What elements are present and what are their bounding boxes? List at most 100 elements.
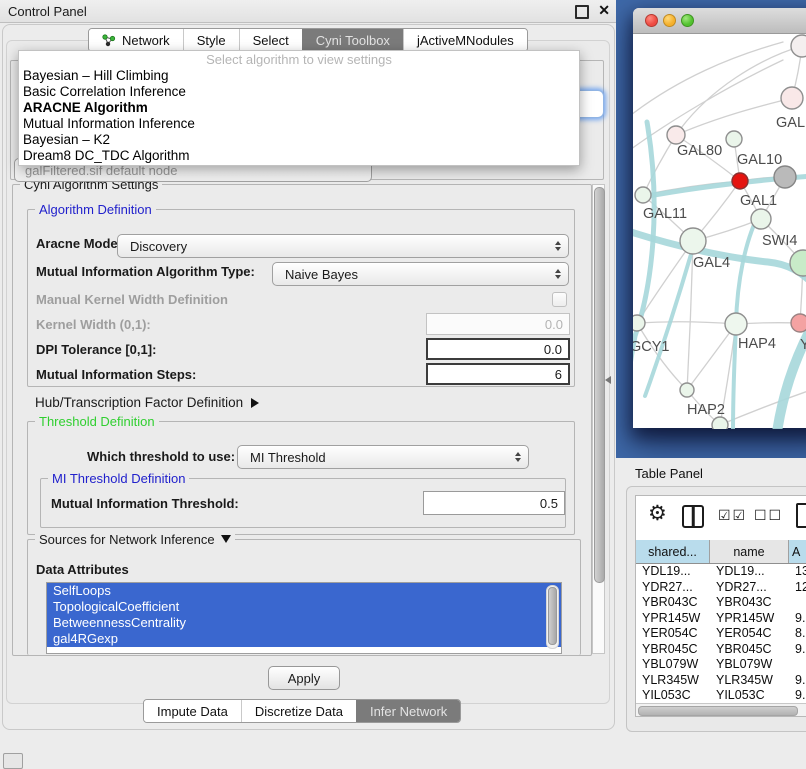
table-row[interactable]: YPR145WYPR145W9. [636,611,806,627]
subtab-impute-data[interactable]: Impute Data [144,700,241,722]
minimize-traffic-light[interactable] [663,14,676,27]
table-panel-title: Table Panel [635,466,703,481]
table-cell [789,595,806,611]
network-edge[interactable] [637,323,687,390]
document-icon[interactable] [796,503,806,528]
tab-select[interactable]: Select [239,29,302,51]
float-icon[interactable] [575,5,589,19]
aracne-mode-combo[interactable]: Discovery [117,234,569,258]
table-row[interactable]: YBL079WYBL079W [636,657,806,673]
table-row[interactable]: YBR045CYBR045C9. [636,642,806,658]
table-row[interactable]: YDL19...YDL19...13 [636,564,806,580]
algorithm-option-dream8-dc-tdc-algorithm[interactable]: Dream8 DC_TDC Algorithm [19,148,579,164]
apply-button[interactable]: Apply [268,666,340,690]
algorithm-option-basic-correlation-inference[interactable]: Basic Correlation Inference [19,84,579,100]
split-columns-icon[interactable] [682,505,704,528]
dpi-tolerance-field[interactable]: 0.0 [426,338,570,360]
algorithm-definition-group: Algorithm Definition Aracne Mode: Discov… [27,209,575,387]
close-traffic-light[interactable] [645,14,658,27]
network-node-label-gal10: GAL10 [737,152,782,168]
table-cell: YPR145W [636,611,710,627]
network-edge[interactable] [687,324,736,390]
network-canvas[interactable]: GALGAL80GAL10GAL1GAL11SWI4GAL4GCY1HAP4YH… [633,34,806,429]
table-cell: YBL079W [710,657,789,673]
network-node[interactable] [751,209,771,229]
tab-cyni-toolbox[interactable]: Cyni Toolbox [302,29,403,51]
zoom-traffic-light[interactable] [681,14,694,27]
table-row[interactable]: YIL053CYIL053C9. [636,688,806,703]
mi-threshold-field[interactable]: 0.5 [423,491,565,515]
algorithm-option-mutual-information-inference[interactable]: Mutual Information Inference [19,116,579,132]
tab-label: Style [197,33,226,48]
table-cell: YPR145W [710,611,789,627]
algorithm-definition-legend: Algorithm Definition [35,202,156,217]
select-all-icon[interactable]: ☑☑ [718,507,747,524]
subtab-label: Infer Network [370,704,447,719]
network-node[interactable] [680,228,706,254]
attribute-item-selfloops[interactable]: SelfLoops [47,583,561,599]
list-scrollbar[interactable] [546,585,559,649]
mi-steps-field[interactable]: 6 [426,363,570,385]
table-hscrollbar[interactable] [636,703,806,717]
algorithm-option-aracne-algorithm[interactable]: ARACNE Algorithm [19,100,579,116]
sources-legend[interactable]: Sources for Network Inference [35,532,235,547]
algorithm-option-bayesian-k2[interactable]: Bayesian – K2 [19,132,579,148]
table-cell: 9. [789,611,806,627]
table-cell: 9. [789,642,806,658]
settings-scrollbar[interactable] [592,184,605,654]
mi-type-combo[interactable]: Naive Bayes [272,262,569,286]
tab-network[interactable]: Network [89,29,183,51]
table-header-row: shared...nameA [636,540,806,564]
table-row[interactable]: YBR043CYBR043C [636,595,806,611]
table-row[interactable]: YER054CYER054C8. [636,626,806,642]
stepper-arrows-icon [515,452,521,462]
table-cell: YIL053C [636,688,710,703]
network-node[interactable] [712,417,728,429]
network-node[interactable] [633,315,645,331]
subtab-infer-network[interactable]: Infer Network [356,700,460,722]
column-header-a[interactable]: A [789,540,806,563]
attribute-item-betweennesscentrality[interactable]: BetweennessCentrality [47,615,561,631]
network-node-label-hap4: HAP4 [738,336,776,352]
network-node[interactable] [791,314,806,332]
network-node[interactable] [781,87,803,109]
which-threshold-combo[interactable]: MI Threshold [237,445,529,469]
network-edge[interactable] [637,322,736,324]
network-node[interactable] [791,35,806,57]
tab-style[interactable]: Style [183,29,239,51]
network-node[interactable] [774,166,796,188]
mi-steps-label: Mutual Information Steps: [36,367,196,382]
network-window-titlebar[interactable] [633,8,806,34]
partial-button-bottom-left[interactable] [3,753,23,769]
mi-type-label: Mutual Information Algorithm Type: [36,264,255,279]
manual-kernel-checkbox [552,292,567,307]
column-header-shared[interactable]: shared... [636,540,710,563]
network-edge[interactable] [676,98,792,135]
kernel-width-value: 0.0 [545,317,563,332]
network-node[interactable] [680,383,694,397]
gear-icon[interactable]: ⚙ [648,501,667,526]
table-hscrollbar-thumb[interactable] [638,706,798,716]
tab-label: jActiveMNodules [417,33,514,48]
settings-scrollbar-thumb[interactable] [594,187,605,583]
network-node[interactable] [725,313,747,335]
network-node[interactable] [726,131,742,147]
table-row[interactable]: YDR27...YDR27...12 [636,580,806,596]
network-node[interactable] [635,187,651,203]
table-row[interactable]: YLR345WYLR345W9. [636,673,806,689]
attribute-item-gal4rgexp[interactable]: gal4RGexp [47,631,561,647]
network-node[interactable] [667,126,685,144]
attribute-item-topologicalcoefficient[interactable]: TopologicalCoefficient [47,599,561,615]
desktop-background: GALGAL80GAL10GAL1GAL11SWI4GAL4GCY1HAP4YH… [616,0,806,458]
tab-jactivemnodules[interactable]: jActiveMNodules [403,29,527,51]
list-scrollbar-thumb[interactable] [548,587,557,645]
network-node[interactable] [732,173,748,189]
hub-definition-expander[interactable]: Hub/Transcription Factor Definition [35,395,259,410]
column-header-name[interactable]: name [710,540,789,563]
deselect-all-icon[interactable]: ☐☐ [754,507,783,524]
control-panel-titlebar: Control Panel ✕ [0,0,616,23]
close-icon[interactable]: ✕ [598,2,610,19]
algorithm-option-bayesian-hill-climbing[interactable]: Bayesian – Hill Climbing [19,68,579,84]
apply-button-label: Apply [288,671,321,686]
subtab-discretize-data[interactable]: Discretize Data [241,700,356,722]
